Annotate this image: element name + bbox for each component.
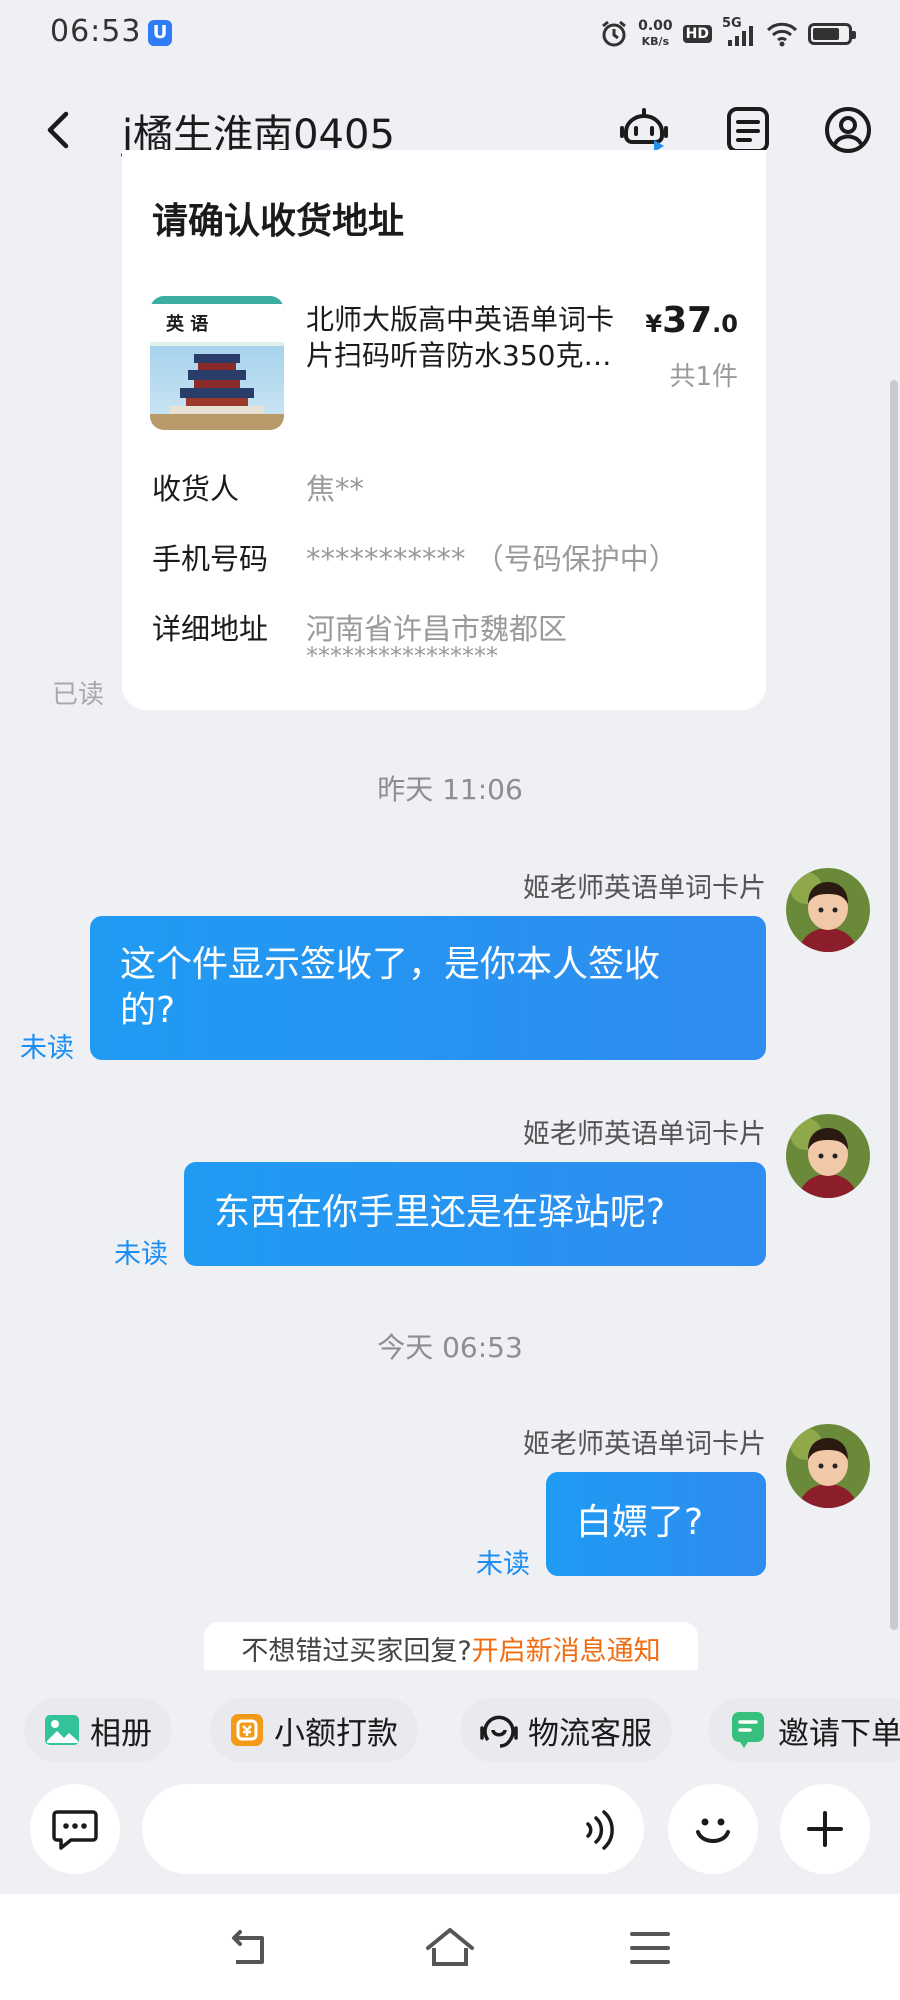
address-label: 详细地址 [152,612,269,646]
phone-value: *********** （号码保护中） [306,542,678,576]
avatar[interactable] [786,1114,870,1198]
album-chip[interactable]: 相册 [24,1698,172,1762]
scrollbar[interactable] [890,380,898,1630]
recipient-label: 收货人 [152,472,240,506]
product-price: ¥37.0 [645,300,738,341]
read-status: 已读 [52,680,105,710]
quick-actions-bar: 相册 小额打款 物流客服 邀请下单 [0,1690,900,1770]
wifi-icon [766,22,798,47]
unread-status: 未读 [20,1033,74,1064]
unread-status: 未读 [476,1549,530,1580]
sender-name: 姬老师英语单词卡片 [523,1119,766,1150]
small-payment-chip[interactable]: 小额打款 [210,1698,418,1762]
recipient-value: 焦** [306,472,365,506]
address-detail-masked: **************** [306,642,498,670]
battery-icon [808,23,856,45]
unread-status: 未读 [114,1239,168,1270]
invite-order-chip[interactable]: 邀请下单 [708,1698,900,1762]
thumb-text: 英 语 [166,314,209,335]
album-icon [45,1715,79,1745]
back-icon[interactable] [38,108,82,152]
avatar-image [786,868,870,952]
enable-notification-link[interactable]: 开启新消息通知 [472,1636,661,1667]
avatar[interactable] [786,868,870,952]
quick-reply-button[interactable] [30,1784,120,1874]
signal-icon: 5G [722,16,756,48]
emoji-button[interactable] [668,1784,758,1874]
alarm-icon [602,20,627,47]
more-button[interactable] [780,1784,870,1874]
smile-icon [696,1818,730,1843]
menu-nav-icon[interactable] [620,1918,680,1978]
app-notification-icon: U [148,20,172,46]
message-bubble[interactable]: 这个件显示签收了，是你本人签收 的? [90,916,766,1060]
network-speed: 0.00 KB/s [638,18,673,49]
product-thumbnail[interactable]: 英 语 [150,296,284,430]
card-title: 请确认收货地址 [152,201,405,242]
sender-name: 姬老师英语单词卡片 [523,873,766,904]
timestamp: 昨天 11:06 [377,773,523,806]
notification-prompt: 不想错过买家回复?开启新消息通知 [204,1622,698,1670]
avatar-image [786,1114,870,1198]
phone-label: 手机号码 [152,542,269,576]
status-bar: 06:53 U 0.00 KB/s HD 5G [0,0,900,70]
logistics-service-chip[interactable]: 物流客服 [460,1698,672,1762]
back-nav-icon[interactable] [220,1918,280,1978]
product-name: 北师大版高中英语单词卡 片扫码听音防水350克… [306,303,615,372]
invite-order-icon [732,1712,764,1748]
status-time: 06:53 [50,14,142,49]
payment-icon [231,1714,263,1746]
timestamp: 今天 06:53 [377,1331,523,1364]
avatar[interactable] [786,1424,870,1508]
status-icons: 0.00 KB/s HD 5G [600,16,856,52]
avatar-image [786,1424,870,1508]
hd-badge: HD [682,25,712,43]
home-nav-icon[interactable] [420,1918,480,1978]
message-bubble[interactable]: 白嫖了? [546,1472,766,1576]
address-confirm-card[interactable]: 请确认收货地址 英 语 北师大版高中英语单词卡 片扫码听音防水350克… ¥37… [122,150,766,710]
profile-icon[interactable] [820,102,876,158]
input-bar [0,1780,900,1880]
plus-icon [807,1811,843,1847]
product-quantity: 共1件 [669,362,738,392]
voice-input-icon[interactable] [582,1808,622,1852]
system-nav-bar [0,1894,900,2000]
message-input[interactable] [142,1784,644,1874]
message-bubble[interactable]: 东西在你手里还是在驿站呢? [184,1162,766,1266]
chat-bubble-icon [52,1810,98,1850]
sender-name: 姬老师英语单词卡片 [523,1429,766,1460]
logistics-service-icon [480,1715,518,1748]
